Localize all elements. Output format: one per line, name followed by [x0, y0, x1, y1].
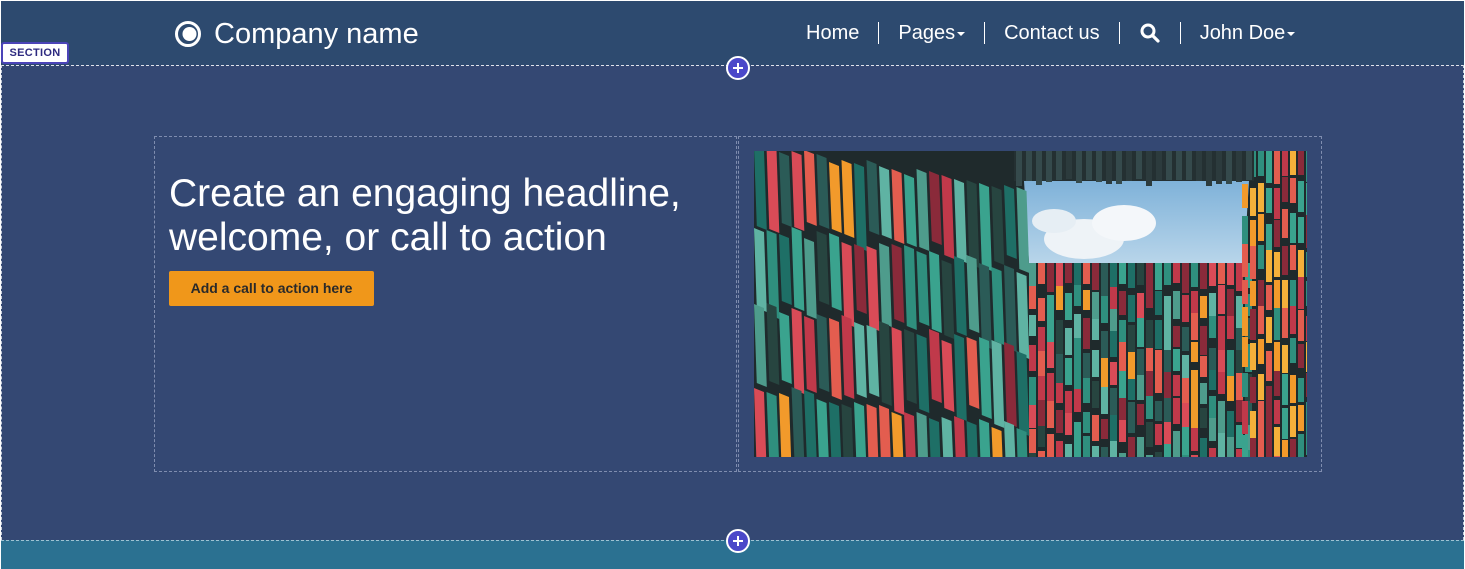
plus-icon	[733, 536, 743, 546]
chevron-down-icon	[957, 32, 966, 36]
page: Company name Home Pages Contact us John …	[0, 0, 1465, 569]
cta-button[interactable]: Add a call to action here	[169, 271, 374, 306]
add-section-button-top[interactable]	[726, 56, 750, 80]
site-header: Company name Home Pages Contact us John …	[1, 1, 1464, 65]
brand[interactable]: Company name	[174, 17, 419, 51]
hero-headline[interactable]: Create an engaging headline, welcome, or…	[169, 172, 729, 260]
company-logo-icon	[174, 20, 202, 48]
nav-home[interactable]: Home	[787, 21, 878, 45]
nav-search-button[interactable]	[1120, 22, 1180, 44]
nav-pages-dropdown[interactable]: Pages	[879, 21, 984, 45]
section-tag[interactable]: SECTION	[1, 42, 69, 64]
colorful-building-photo	[754, 151, 1307, 457]
nav-pages-label: Pages	[898, 22, 956, 44]
user-name: John Doe	[1199, 22, 1286, 44]
plus-icon	[733, 63, 743, 73]
chevron-down-icon	[1287, 32, 1296, 36]
hero-image[interactable]	[754, 151, 1307, 457]
user-menu-dropdown[interactable]: John Doe	[1181, 21, 1315, 45]
add-section-button-bottom[interactable]	[726, 529, 750, 553]
search-icon	[1139, 22, 1161, 44]
brand-name[interactable]: Company name	[214, 17, 419, 51]
nav-contact[interactable]: Contact us	[985, 21, 1119, 45]
main-nav: Home Pages Contact us John Doe	[787, 21, 1314, 45]
